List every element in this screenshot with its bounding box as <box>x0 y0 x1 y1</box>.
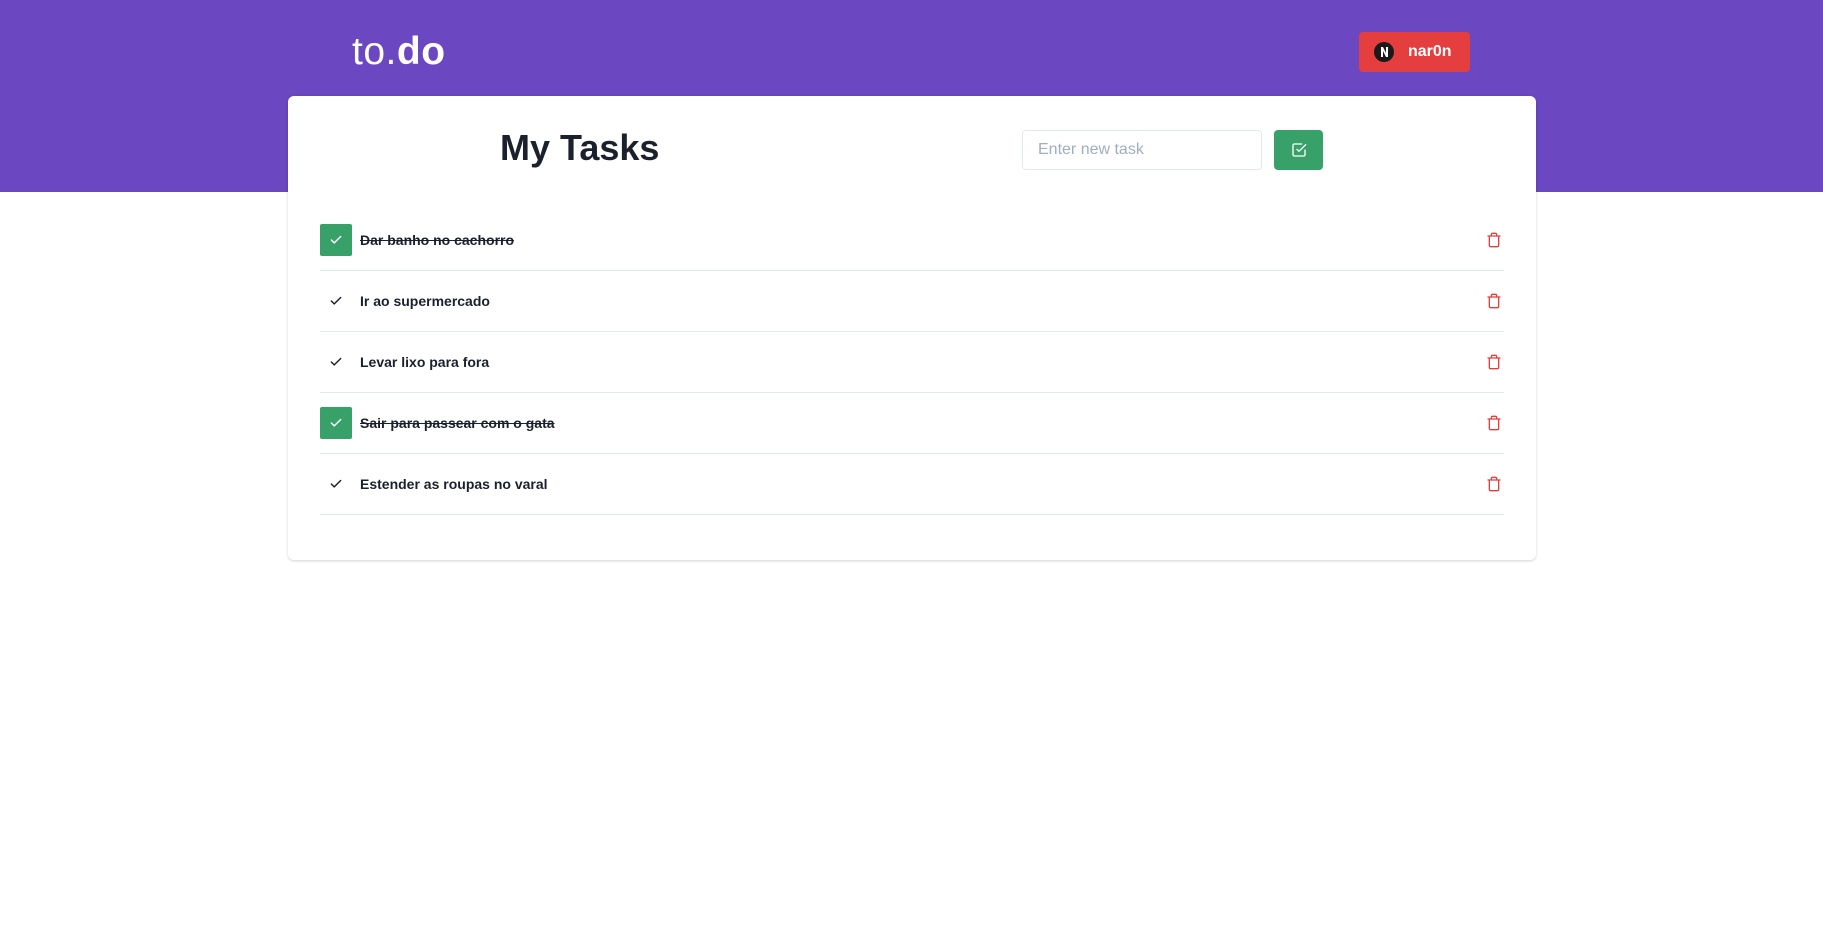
logo-text-light: to. <box>352 30 397 73</box>
new-task-input[interactable] <box>1022 130 1262 170</box>
task-checkbox[interactable] <box>320 285 352 317</box>
delete-task-button[interactable] <box>1484 472 1504 496</box>
check-icon <box>330 235 342 244</box>
task-label: Sair para passear com o gata <box>360 415 555 431</box>
delete-task-button[interactable] <box>1484 289 1504 313</box>
check-icon <box>330 418 342 427</box>
task-item: Ir ao supermercado <box>320 271 1504 332</box>
app-logo: to.do <box>352 28 446 76</box>
delete-task-button[interactable] <box>1484 228 1504 252</box>
trash-icon <box>1487 415 1501 431</box>
task-label: Estender as roupas no varal <box>360 476 548 492</box>
trash-icon <box>1487 476 1501 492</box>
check-icon <box>330 479 342 488</box>
task-checkbox[interactable] <box>320 346 352 378</box>
trash-icon <box>1487 354 1501 370</box>
avatar-icon <box>1374 42 1394 62</box>
tasks-card: My Tasks Dar banho no cachorro Ir ao sup… <box>288 96 1536 560</box>
task-checkbox[interactable] <box>320 224 352 256</box>
logo-text-bold: do <box>396 30 446 73</box>
task-checkbox[interactable] <box>320 468 352 500</box>
task-label: Dar banho no cachorro <box>360 232 515 248</box>
delete-task-button[interactable] <box>1484 411 1504 435</box>
task-list: Dar banho no cachorro Ir ao supermercado… <box>320 210 1504 515</box>
trash-icon <box>1487 232 1501 248</box>
delete-task-button[interactable] <box>1484 350 1504 374</box>
user-name: nar0n <box>1408 43 1452 60</box>
check-icon <box>330 296 342 305</box>
task-item: Dar banho no cachorro <box>320 210 1504 271</box>
task-item: Estender as roupas no varal <box>320 454 1504 515</box>
add-task-button[interactable] <box>1274 130 1323 170</box>
page-title: My Tasks <box>500 127 660 168</box>
trash-icon <box>1487 293 1501 309</box>
task-label: Levar lixo para fora <box>360 354 490 370</box>
task-item: Levar lixo para fora <box>320 332 1504 393</box>
task-item: Sair para passear com o gata <box>320 393 1504 454</box>
user-badge[interactable]: nar0n <box>1359 32 1470 72</box>
check-icon <box>330 357 342 366</box>
task-label: Ir ao supermercado <box>360 293 490 309</box>
task-checkbox[interactable] <box>320 407 352 439</box>
check-square-icon <box>1291 143 1306 157</box>
